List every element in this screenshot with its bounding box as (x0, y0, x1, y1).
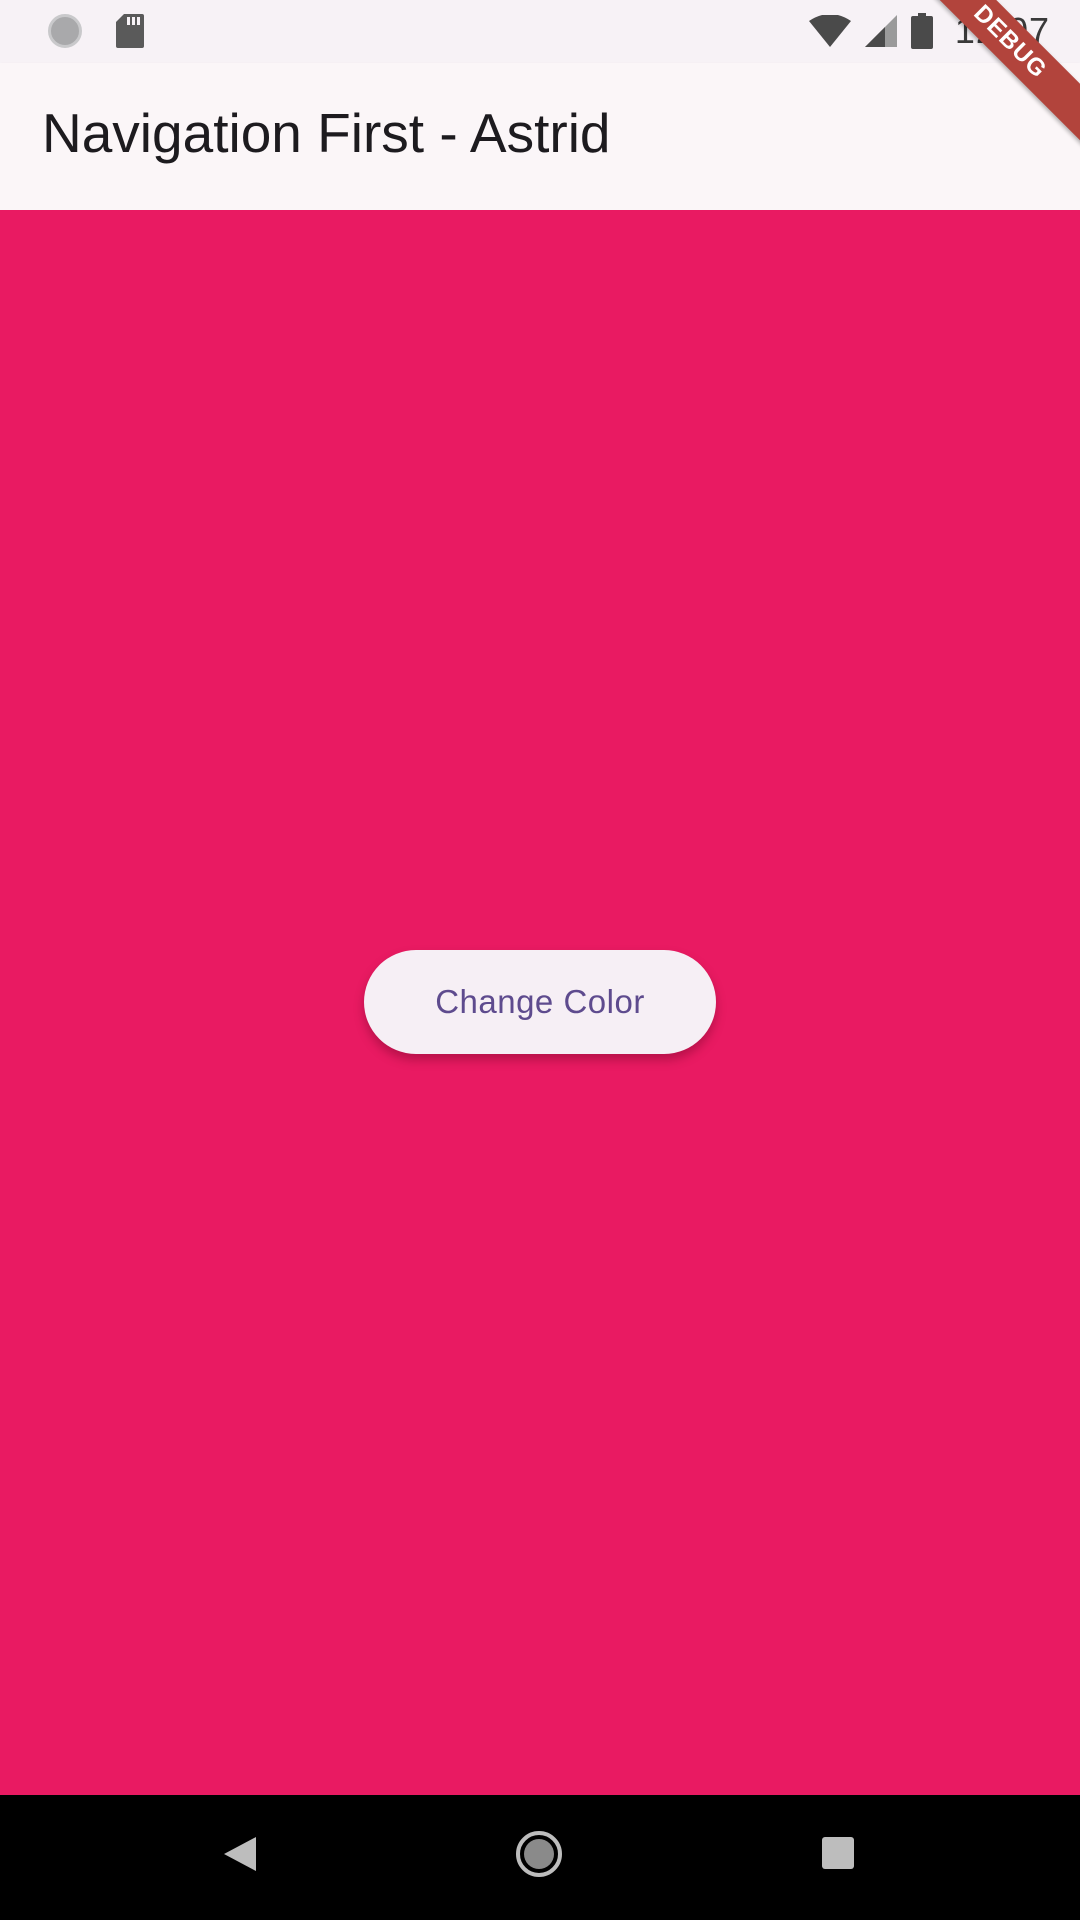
home-icon-inner (524, 1839, 554, 1869)
navigation-bar (0, 1795, 1080, 1920)
back-icon[interactable] (224, 1837, 256, 1876)
circle-icon (48, 14, 82, 48)
signal-icon (864, 15, 897, 47)
status-bar: 12:07 (0, 0, 1080, 63)
app-bar: Navigation First - Astrid (0, 63, 1080, 210)
app-screen: 12:07 DEBUG Navigation First - Astrid Ch… (0, 0, 1080, 1920)
battery-icon (910, 13, 933, 49)
page-title: Navigation First - Astrid (42, 102, 611, 164)
main-content: Change Color (0, 210, 1080, 1795)
recents-icon[interactable] (822, 1837, 854, 1869)
wifi-icon (808, 15, 851, 47)
sd-card-icon (116, 14, 144, 48)
change-color-button[interactable]: Change Color (364, 950, 716, 1054)
status-left-icons (48, 14, 144, 48)
home-icon[interactable] (516, 1831, 562, 1877)
